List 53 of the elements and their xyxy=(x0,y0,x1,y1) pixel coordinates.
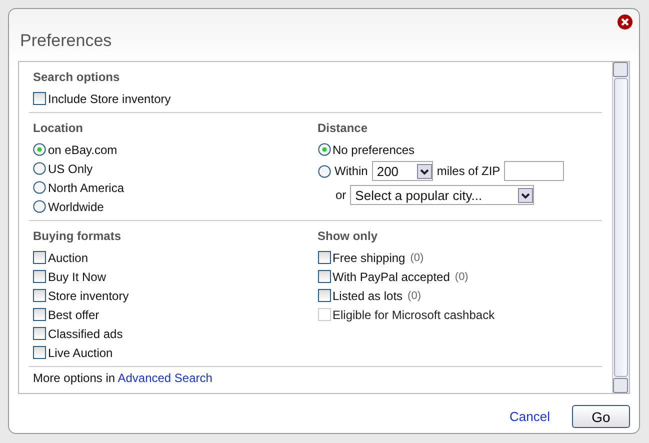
checkbox[interactable] xyxy=(318,251,330,264)
checkbox-label: Auction xyxy=(48,250,88,264)
radio-button[interactable] xyxy=(33,200,46,213)
dialog-title: Preferences xyxy=(20,31,113,52)
checkbox[interactable] xyxy=(33,270,46,283)
more-options-text: More options in Advanced Search xyxy=(33,371,212,385)
checkbox[interactable] xyxy=(33,346,46,359)
close-icon[interactable] xyxy=(617,14,633,30)
checkbox-label: Eligible for Microsoft cashback xyxy=(332,308,495,322)
cancel-link[interactable]: Cancel xyxy=(510,409,550,424)
checkbox[interactable] xyxy=(33,327,46,340)
checkbox[interactable] xyxy=(318,289,330,302)
item-count: (0) xyxy=(410,252,424,264)
section-heading: Buying formats xyxy=(33,229,122,243)
checkbox-label: With PayPal accepted xyxy=(332,270,450,284)
radio-label: No preferences xyxy=(332,142,415,156)
checkbox-label: Store inventory xyxy=(48,288,129,302)
section-heading: Location xyxy=(33,121,84,135)
advanced-search-link[interactable]: Advanced Search xyxy=(118,371,212,385)
radio-button[interactable] xyxy=(33,162,46,175)
radio-button[interactable] xyxy=(318,164,330,178)
radius-dropdown[interactable]: 200 xyxy=(372,161,433,181)
zip-input-field[interactable] xyxy=(504,161,564,181)
or-label: or xyxy=(336,188,346,202)
checkbox[interactable] xyxy=(33,92,46,105)
checkbox[interactable] xyxy=(33,308,46,321)
checkbox[interactable] xyxy=(33,251,46,264)
checkbox-label: Include Store inventory xyxy=(48,92,171,106)
radio-label: Worldwide xyxy=(48,200,104,214)
section-heading: Distance xyxy=(318,121,369,135)
radio-button[interactable] xyxy=(33,181,46,194)
section-heading: Show only xyxy=(318,229,378,243)
checkbox-label: Buy It Now xyxy=(48,270,106,284)
checkbox-label: Free shipping xyxy=(332,250,406,264)
radio-label: Within xyxy=(334,164,368,178)
item-count: (0) xyxy=(408,290,421,302)
radio-label: North America xyxy=(48,180,124,194)
checkbox-label: Listed as lots xyxy=(332,288,403,302)
section-heading: Search options xyxy=(33,70,121,84)
radio-label: on eBay.com xyxy=(48,142,118,156)
scrollbar[interactable] xyxy=(612,62,629,393)
zip-label: miles of ZIP xyxy=(436,164,500,178)
checkbox-label: Classified ads xyxy=(48,326,123,340)
radio-label: US Only xyxy=(48,162,93,176)
city-dropdown[interactable]: Select a popular city... xyxy=(350,185,534,205)
radio-button[interactable] xyxy=(33,143,46,156)
checkbox-label: Best offer xyxy=(48,308,100,322)
item-count: (0) xyxy=(454,270,468,282)
checkbox[interactable] xyxy=(33,289,46,302)
go-button[interactable]: Go xyxy=(572,405,630,428)
checkbox-label: Live Auction xyxy=(48,346,113,360)
checkbox[interactable] xyxy=(318,270,330,283)
radio-button[interactable] xyxy=(318,143,330,156)
